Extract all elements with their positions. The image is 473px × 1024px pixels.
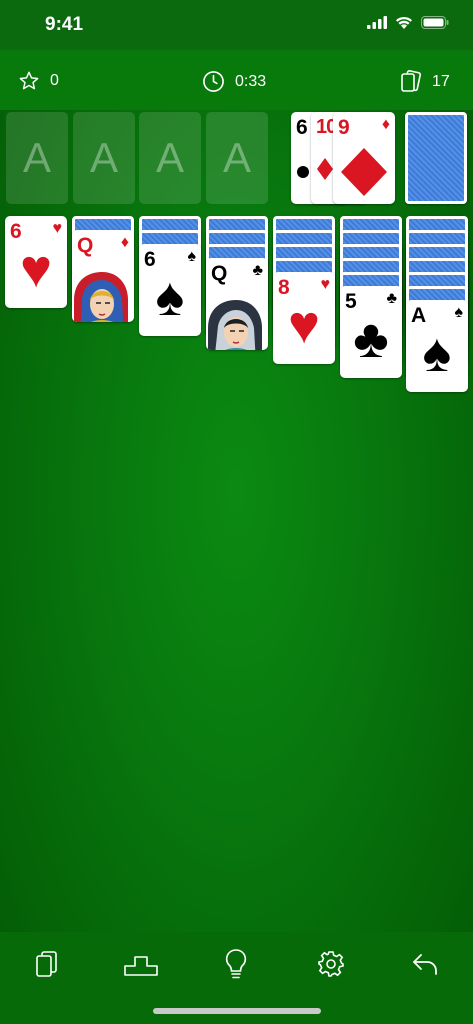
cards-icon (36, 951, 57, 977)
card-rank: 6 (144, 248, 156, 271)
suit-icon: ♦ (120, 234, 129, 251)
podium-icon (124, 956, 158, 976)
suit-big-icon: ♥ (287, 295, 321, 355)
card-rank: 9 (338, 116, 350, 139)
foundation-1[interactable]: A (6, 112, 68, 204)
score-display: 0 (18, 70, 59, 92)
gear-icon (318, 951, 344, 977)
suit-big-icon: ♠ (155, 267, 185, 327)
suit-icon: ♠ (187, 248, 197, 265)
stock-pile[interactable] (405, 112, 467, 204)
settings-button[interactable] (311, 944, 351, 984)
foundation-label: A (222, 134, 251, 181)
club-pip-icon (297, 166, 309, 178)
wifi-icon (396, 16, 412, 29)
clock-icon (203, 71, 224, 92)
hint-button[interactable] (216, 944, 256, 984)
diamond-icon: ♦ (381, 116, 390, 133)
foundation-label: A (89, 134, 118, 181)
suit-big-icon: ♥ (19, 239, 53, 299)
suit-icon: ♥ (52, 220, 63, 237)
tableau-card-6[interactable]: 5 ♣ ♣ (340, 286, 402, 378)
timer-value: 0:33 (235, 72, 267, 90)
queen-portrait-icon (206, 298, 268, 350)
home-indicator (153, 1008, 321, 1014)
timer-display: 0:33 (202, 70, 266, 93)
tableau-card-2[interactable]: Q ♦ (72, 230, 134, 322)
undo-button[interactable] (405, 944, 445, 984)
hint-icon (225, 949, 247, 979)
game-hud: 0 0:33 17 (0, 50, 473, 110)
suit-big-icon: ♣ (353, 309, 389, 369)
tableau-card-3[interactable]: 6 ♠ ♠ (139, 244, 201, 336)
leaderboard-button[interactable] (121, 944, 161, 984)
diamond-pip-icon (317, 158, 333, 180)
suit-icon: ♣ (252, 262, 264, 279)
moves-display: 17 (400, 70, 450, 94)
waste-card-top[interactable]: 9 ♦ (333, 112, 395, 204)
diamond-big-icon (341, 148, 387, 196)
signal-icon (367, 16, 387, 29)
tableau-card-4[interactable]: Q ♣ (206, 258, 268, 350)
suit-icon: ♠ (454, 304, 464, 321)
battery-icon (421, 16, 449, 29)
suit-icon: ♥ (320, 276, 331, 293)
status-bar: 9:41 (0, 0, 473, 50)
card-rank: 6 (296, 116, 308, 139)
foundation-label: A (155, 134, 184, 181)
status-icons (367, 16, 449, 29)
star-icon (19, 71, 39, 90)
foundation-label: A (22, 134, 51, 181)
foundation-2[interactable]: A (73, 112, 135, 204)
foundation-4[interactable]: A (206, 112, 268, 204)
card-rank: Q (211, 262, 228, 285)
new-game-button[interactable] (27, 944, 67, 984)
tableau-card-5[interactable]: 8 ♥ ♥ (273, 272, 335, 364)
card-rank: Q (77, 234, 94, 257)
foundation-3[interactable]: A (139, 112, 201, 204)
undo-icon (413, 954, 437, 975)
tableau-card-1[interactable]: 6 ♥ ♥ (5, 216, 67, 308)
status-time: 9:41 (45, 14, 84, 35)
score-value: 0 (50, 72, 59, 89)
suit-icon: ♣ (386, 290, 398, 307)
cards-count-icon (401, 70, 422, 92)
moves-value: 17 (432, 73, 450, 90)
queen-portrait-icon (72, 270, 134, 322)
tableau-card-7[interactable]: A ♠ ♠ (406, 300, 468, 392)
suit-big-icon: ♠ (422, 323, 452, 383)
